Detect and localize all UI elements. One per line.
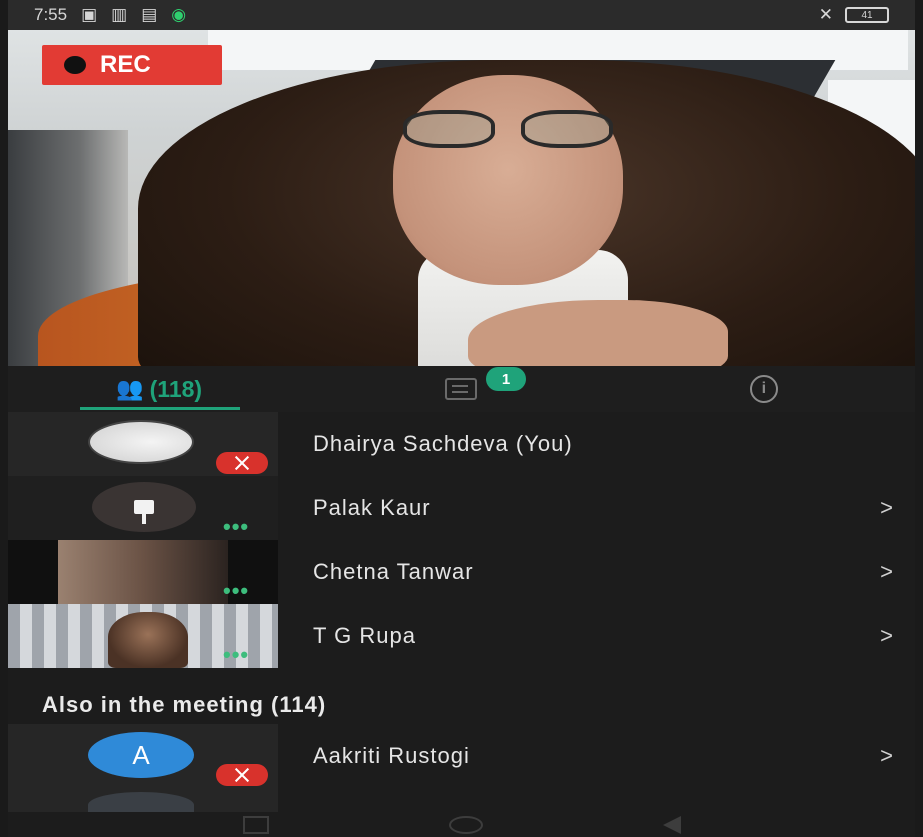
chevron-right-icon: > [880,623,893,648]
people-count: (118) [149,375,203,402]
participant-row[interactable]: ••• Chetna Tanwar > [8,540,915,604]
participant-name: Chetna Tanwar [313,559,474,584]
back-button[interactable] [662,815,681,834]
status-bar: 7:55 ▣ ▥ ▤ ◉ ✕ 41 [8,0,915,30]
avatar [92,482,196,532]
recording-label: REC [100,51,151,78]
signal-icon: ▥ [111,5,128,24]
avatar [88,420,194,464]
participant-list: Dhairya Sachdeva (You) ••• Palak Kaur > … [8,412,915,837]
audio-level-icon: ••• [223,514,250,539]
participant-thumbnail: ••• [8,540,278,604]
recents-button[interactable] [242,815,269,834]
mic-off-icon [216,764,268,786]
navigation-bar [8,812,915,837]
audio-level-icon: ••• [223,578,250,603]
chevron-right-icon: > [880,559,893,584]
people-icon: 👥 [116,376,144,401]
chevron-right-icon: > [880,495,893,520]
video-person [108,612,188,668]
glasses [403,110,615,150]
chat-unread-badge: 1 [486,367,526,391]
pin-icon [134,500,154,524]
chat-icon [445,378,478,400]
participant-thumbnail: ••• [8,476,278,540]
mic-off-icon [216,452,268,474]
participant-row[interactable]: Dhairya Sachdeva (You) [8,412,915,476]
participant-name: Aakriti Rustogi [313,743,470,768]
chevron-right-icon: > [880,743,893,768]
participant-thumbnail: A [8,724,278,788]
participant-name: Dhairya Sachdeva (You) [313,431,573,456]
video-thumbnail [58,540,228,604]
participant-name: T G Rupa [313,623,416,648]
status-time: 7:55 [34,5,68,24]
participant-thumbnail: ••• [8,604,278,668]
tab-info[interactable]: i [613,366,915,412]
sim-icon: ▣ [81,5,98,24]
mute-icon: ✕ [818,5,833,24]
participant-row[interactable]: A Aakriti Rustogi > [8,724,915,788]
participant-thumbnail [8,412,278,476]
also-in-meeting-heading: Also in the meeting (114) [42,692,327,717]
participant-name: Palak Kaur [313,495,431,520]
home-button[interactable] [448,815,483,834]
whatsapp-icon: ◉ [171,5,187,24]
face [393,75,623,285]
tab-chat[interactable] [310,366,612,412]
battery-level: 41 [861,9,873,21]
info-icon: i [749,375,778,403]
participant-row[interactable]: ••• T G Rupa > [8,604,915,668]
audio-level-icon: ••• [223,642,250,667]
avatar: A [88,732,194,778]
recording-badge[interactable]: REC [42,45,222,85]
data-icon: ▤ [141,5,158,24]
record-dot-icon [64,56,86,74]
tab-bar: 👥 (118) i [8,366,915,412]
participant-row[interactable]: ••• Palak Kaur > [8,476,915,540]
battery-icon: 41 [845,7,889,23]
tab-people[interactable]: 👥 (118) [8,366,310,412]
